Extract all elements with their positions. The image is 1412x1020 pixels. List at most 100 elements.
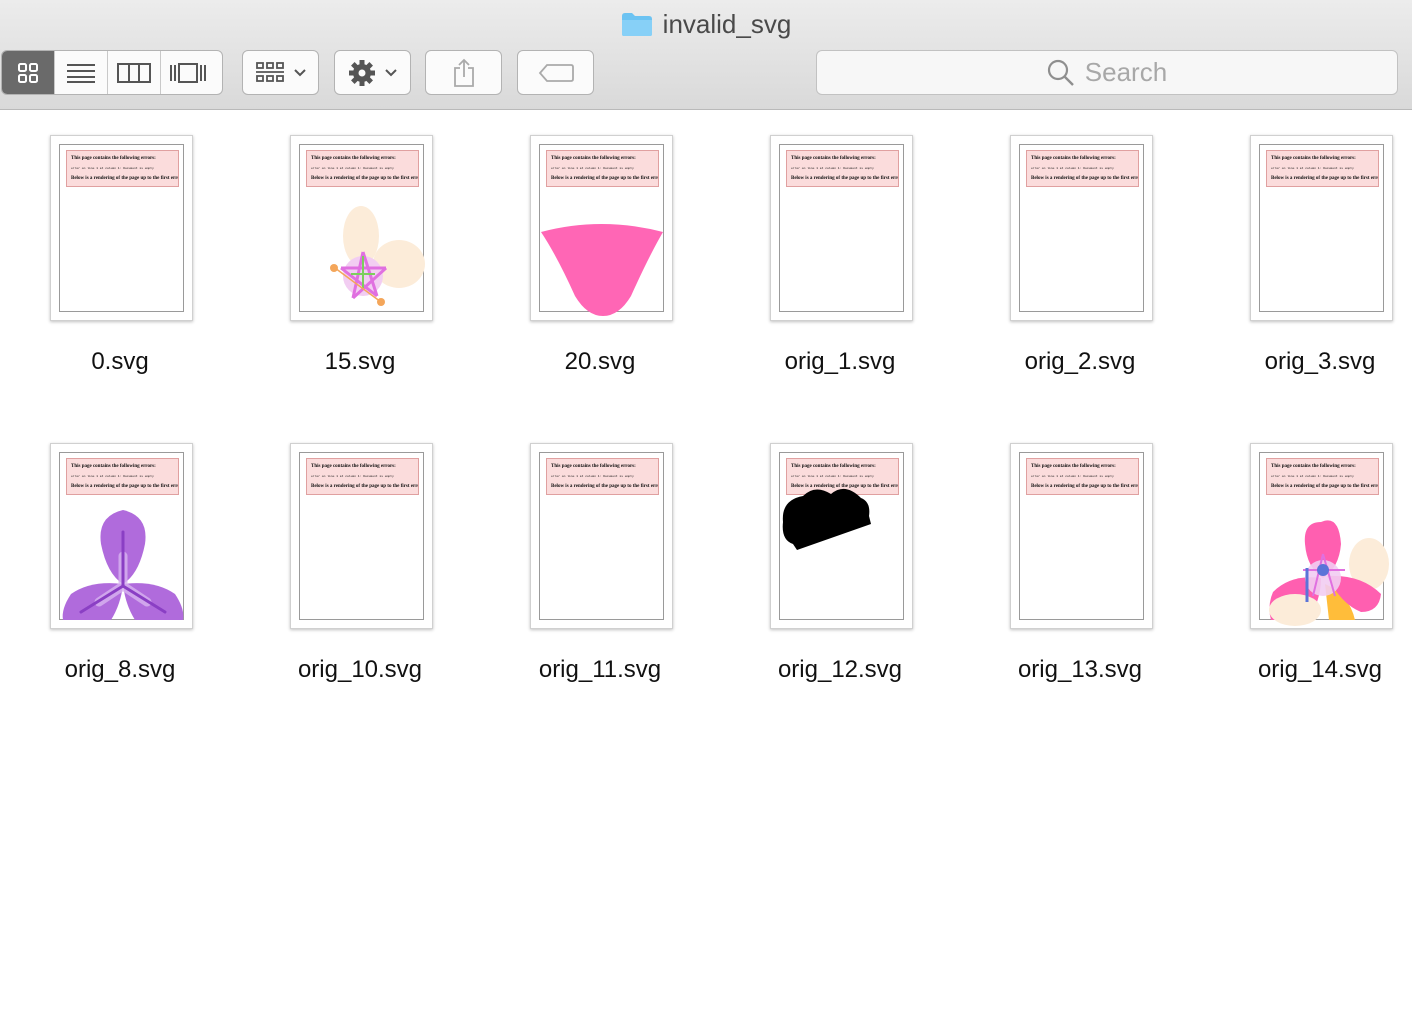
error-footer: Below is a rendering of the page up to t… xyxy=(1031,484,1139,489)
error-detail: error on line 1 at column 1: Document is… xyxy=(71,167,154,170)
error-heading: This page contains the following errors: xyxy=(551,464,636,469)
list-icon xyxy=(67,63,95,83)
error-detail: error on line 1 at column 1: Document is… xyxy=(1271,167,1354,170)
search-placeholder: Search xyxy=(1084,57,1168,87)
file-item[interactable]: This page contains the following errors:… xyxy=(0,110,240,410)
file-name[interactable]: orig_3.svg xyxy=(1200,348,1412,376)
group-grid-icon xyxy=(255,61,284,82)
file-thumbnail[interactable]: This page contains the following errors:… xyxy=(770,443,913,629)
error-footer: Below is a rendering of the page up to t… xyxy=(551,484,659,489)
file-name[interactable]: orig_8.svg xyxy=(0,656,240,684)
thumbnail-page-border: This page contains the following errors:… xyxy=(539,452,664,620)
file-item[interactable]: This page contains the following errors:… xyxy=(0,418,240,718)
file-item[interactable]: This page contains the following errors:… xyxy=(240,110,480,410)
file-item[interactable]: This page contains the following errors:… xyxy=(720,418,960,718)
file-thumbnail[interactable]: This page contains the following errors:… xyxy=(50,443,193,629)
error-box: This page contains the following errors:… xyxy=(1026,150,1139,187)
error-detail: error on line 1 at column 1: Document is… xyxy=(311,475,394,478)
file-thumbnail[interactable]: This page contains the following errors:… xyxy=(290,135,433,321)
error-footer: Below is a rendering of the page up to t… xyxy=(71,176,179,181)
file-preview-art xyxy=(330,206,425,306)
error-heading: This page contains the following errors: xyxy=(1031,156,1116,161)
file-thumbnail[interactable]: This page contains the following errors:… xyxy=(50,135,193,321)
file-thumbnail[interactable]: This page contains the following errors:… xyxy=(1250,135,1393,321)
file-name[interactable]: orig_11.svg xyxy=(480,656,720,684)
toolbar: invalid_svg Search xyxy=(0,0,1412,110)
error-box: This page contains the following errors:… xyxy=(1266,150,1379,187)
search-field[interactable]: Search xyxy=(816,50,1398,95)
error-box: This page contains the following errors:… xyxy=(546,458,659,495)
error-footer: Below is a rendering of the page up to t… xyxy=(791,176,899,181)
file-thumbnail[interactable]: This page contains the following errors:… xyxy=(530,443,673,629)
list-view-button[interactable] xyxy=(55,51,108,94)
icon-grid-icon xyxy=(18,62,38,83)
error-heading: This page contains the following errors: xyxy=(71,156,156,161)
gallery-view-button[interactable] xyxy=(161,51,214,94)
chevron-down-icon xyxy=(293,68,306,76)
column-view-button[interactable] xyxy=(108,51,161,94)
error-detail: error on line 1 at column 1: Document is… xyxy=(791,167,874,170)
file-thumbnail[interactable]: This page contains the following errors:… xyxy=(1010,443,1153,629)
error-box: This page contains the following errors:… xyxy=(1026,458,1139,495)
error-footer: Below is a rendering of the page up to t… xyxy=(1271,176,1379,181)
file-name[interactable]: orig_1.svg xyxy=(720,348,960,376)
error-footer: Below is a rendering of the page up to t… xyxy=(1031,176,1139,181)
file-name[interactable]: orig_14.svg xyxy=(1200,656,1412,684)
file-name[interactable]: 15.svg xyxy=(240,348,480,376)
action-button[interactable] xyxy=(334,50,411,95)
file-thumbnail[interactable]: This page contains the following errors:… xyxy=(290,443,433,629)
share-button[interactable] xyxy=(425,50,502,95)
error-detail: error on line 1 at column 1: Document is… xyxy=(551,475,634,478)
file-item[interactable]: This page contains the following errors:… xyxy=(240,418,480,718)
coverflow-icon xyxy=(169,62,206,83)
error-footer: Below is a rendering of the page up to t… xyxy=(311,484,419,489)
view-mode-control[interactable] xyxy=(1,50,223,95)
file-name[interactable]: 0.svg xyxy=(0,348,240,376)
error-heading: This page contains the following errors: xyxy=(791,156,876,161)
thumbnail-page-border: This page contains the following errors:… xyxy=(779,144,904,312)
file-item[interactable]: This page contains the following errors:… xyxy=(1200,418,1412,718)
file-name[interactable]: orig_12.svg xyxy=(720,656,960,684)
thumbnail-page-border: This page contains the following errors:… xyxy=(1259,144,1384,312)
error-heading: This page contains the following errors: xyxy=(311,464,396,469)
file-preview-art xyxy=(541,224,663,316)
error-box: This page contains the following errors:… xyxy=(786,150,899,187)
gear-icon xyxy=(348,59,375,86)
file-item[interactable]: This page contains the following errors:… xyxy=(720,110,960,410)
file-thumbnail[interactable]: This page contains the following errors:… xyxy=(770,135,913,321)
file-name[interactable]: orig_10.svg xyxy=(240,656,480,684)
group-by-button[interactable] xyxy=(242,50,319,95)
file-thumbnail[interactable]: This page contains the following errors:… xyxy=(1010,135,1153,321)
file-name[interactable]: orig_2.svg xyxy=(960,348,1200,376)
file-item[interactable]: This page contains the following errors:… xyxy=(960,418,1200,718)
file-name[interactable]: 20.svg xyxy=(480,348,720,376)
file-preview-art xyxy=(62,510,184,620)
search-icon xyxy=(1047,59,1074,86)
file-item[interactable]: This page contains the following errors:… xyxy=(960,110,1200,410)
icon-view-button[interactable] xyxy=(2,51,55,94)
error-detail: error on line 1 at column 1: Document is… xyxy=(1031,475,1114,478)
file-thumbnail[interactable]: This page contains the following errors:… xyxy=(1250,443,1393,629)
window-title-bar: invalid_svg xyxy=(0,6,1412,42)
tag-button[interactable] xyxy=(517,50,594,95)
file-preview-art xyxy=(782,488,871,550)
file-thumbnail[interactable]: This page contains the following errors:… xyxy=(530,135,673,321)
folder-icon xyxy=(621,13,652,36)
error-detail: error on line 1 at column 1: Document is… xyxy=(1031,167,1114,170)
finder-window: invalid_svg Search This page contains th… xyxy=(0,0,1412,1020)
thumbnail-page-border: This page contains the following errors:… xyxy=(1019,144,1144,312)
error-heading: This page contains the following errors: xyxy=(1031,464,1116,469)
file-item[interactable]: This page contains the following errors:… xyxy=(480,110,720,410)
chevron-down-icon xyxy=(384,68,397,76)
thumbnail-page-border: This page contains the following errors:… xyxy=(1019,452,1144,620)
file-item[interactable]: This page contains the following errors:… xyxy=(480,418,720,718)
thumbnail-page-border: This page contains the following errors:… xyxy=(299,452,424,620)
thumbnail-page-border: This page contains the following errors:… xyxy=(59,144,184,312)
error-box: This page contains the following errors:… xyxy=(306,458,419,495)
file-item[interactable]: This page contains the following errors:… xyxy=(1200,110,1412,410)
error-heading: This page contains the following errors: xyxy=(1271,156,1356,161)
error-box: This page contains the following errors:… xyxy=(66,150,179,187)
file-name[interactable]: orig_13.svg xyxy=(960,656,1200,684)
share-icon xyxy=(453,58,474,87)
window-title: invalid_svg xyxy=(662,8,792,39)
